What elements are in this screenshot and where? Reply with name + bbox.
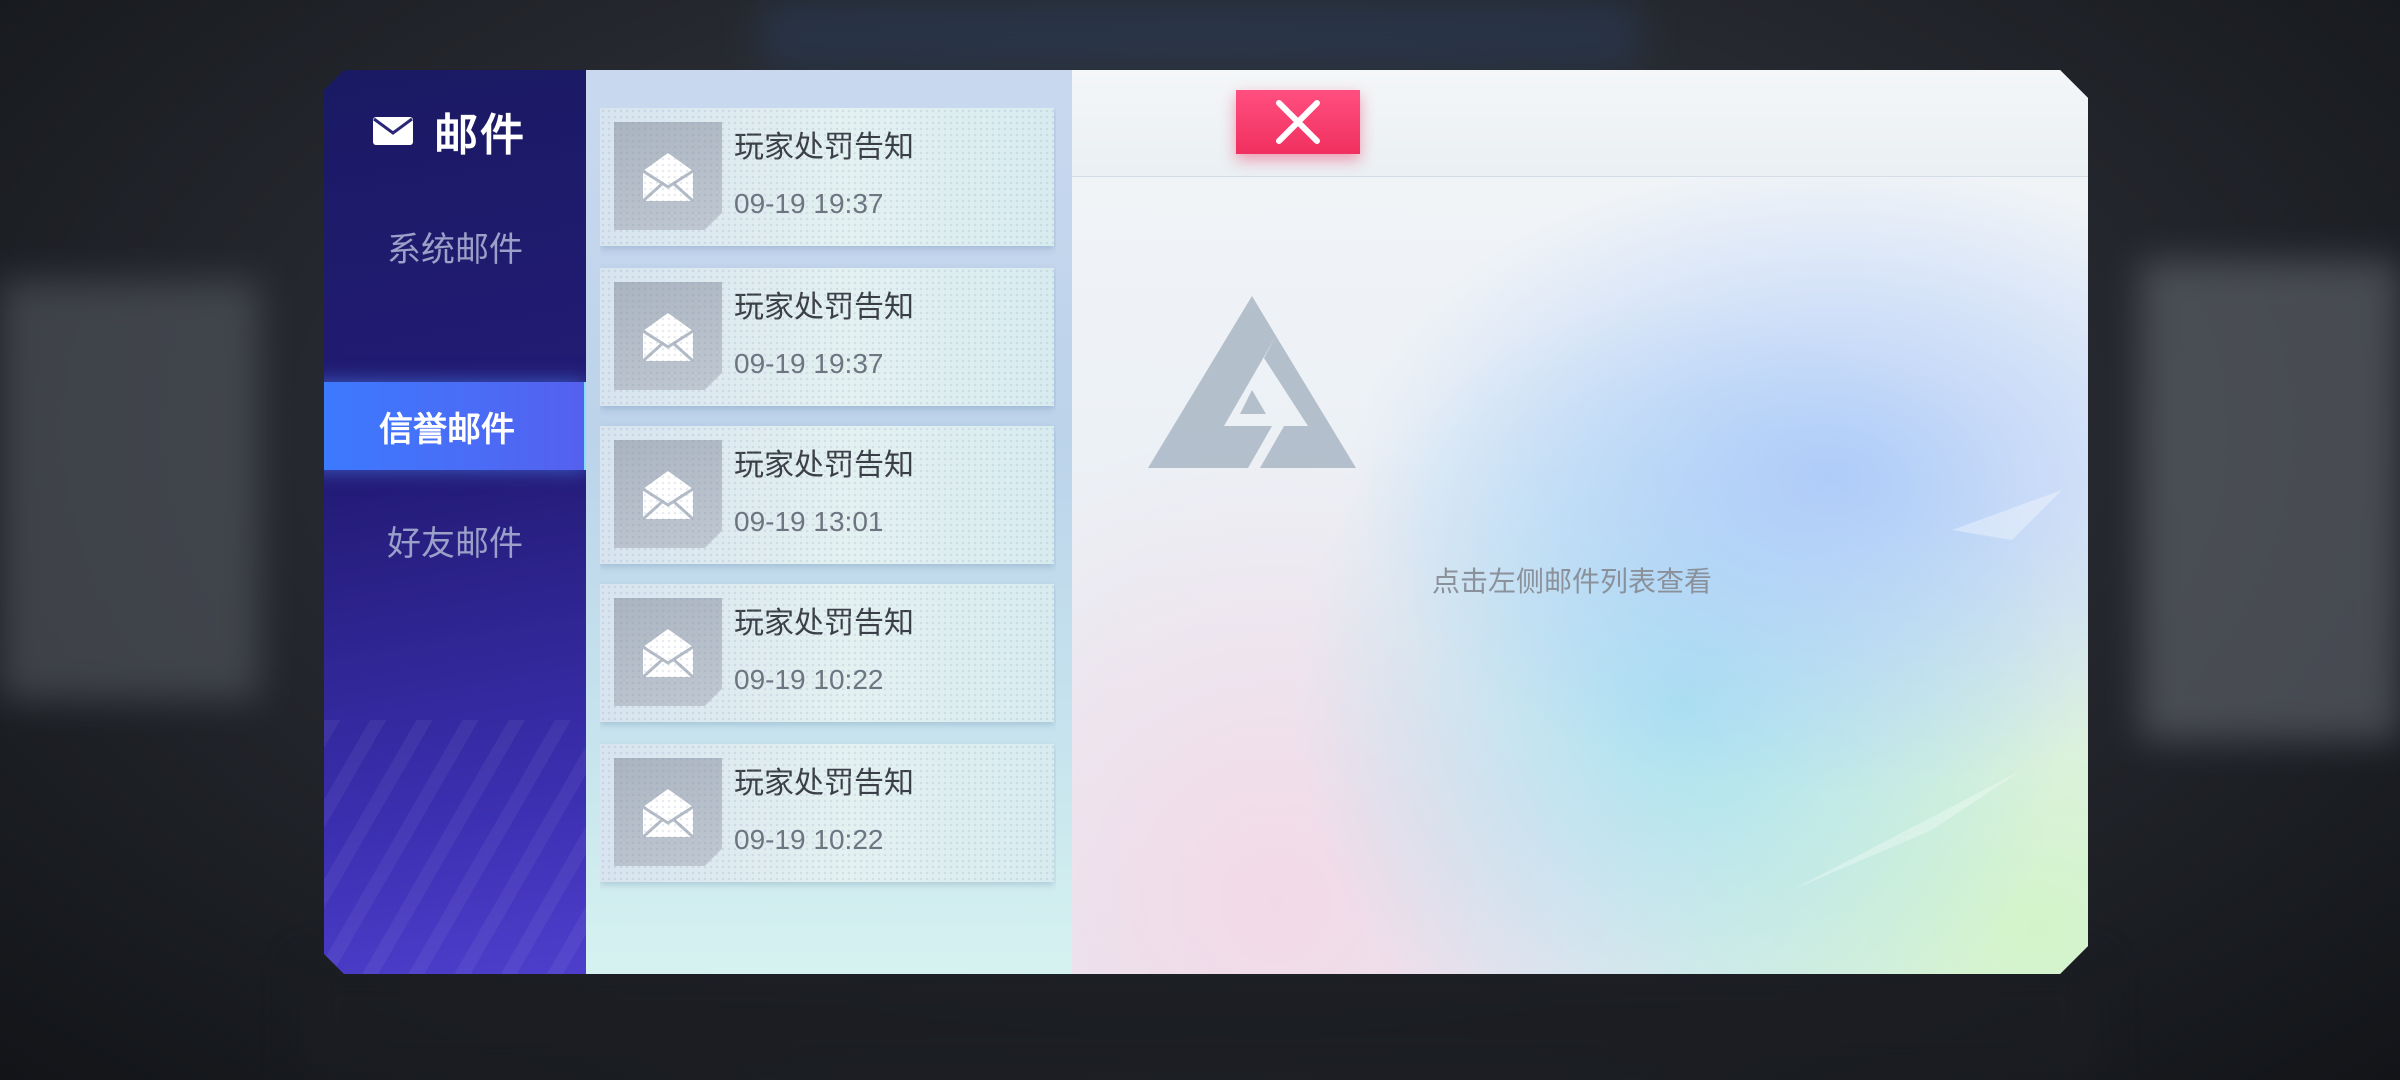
background-scene-bottom (300, 960, 2100, 1080)
mail-list-item[interactable]: 玩家处罚告知 09-19 19:37 (600, 268, 1054, 406)
page-title: 邮件 (434, 110, 526, 161)
tab-label: 系统邮件 (387, 229, 523, 270)
mail-timestamp: 09-19 13:01 (734, 506, 884, 537)
mail-detail-panel (1072, 70, 2088, 974)
open-envelope-icon (641, 629, 695, 679)
game-logo-icon (1148, 296, 1356, 468)
tab-credit-mail[interactable]: 信誉邮件 (308, 382, 586, 470)
mail-list-item[interactable]: 玩家处罚告知 09-19 13:01 (600, 426, 1054, 564)
mail-dialog: 邮件 系统邮件 信誉邮件 好友邮件 玩家处罚告知 09-19 19:37 玩家处… (324, 70, 2088, 974)
detail-header (1072, 70, 2088, 177)
sidebar-decoration (324, 720, 600, 974)
mail-timestamp: 09-19 10:22 (734, 824, 884, 855)
background-scene-top (760, 0, 1640, 70)
mail-header: 邮件 (372, 96, 526, 166)
open-envelope-icon (641, 313, 695, 363)
mail-title: 玩家处罚告知 (734, 606, 914, 641)
mail-timestamp: 09-19 19:37 (734, 348, 884, 379)
mail-timestamp: 09-19 10:22 (734, 664, 884, 695)
close-icon (1276, 100, 1320, 144)
tab-system-mail[interactable]: 系统邮件 (324, 202, 586, 290)
mail-title: 玩家处罚告知 (734, 766, 914, 801)
tab-friend-mail[interactable]: 好友邮件 (324, 496, 586, 584)
mail-sidebar: 邮件 系统邮件 信誉邮件 好友邮件 (324, 70, 600, 974)
open-envelope-icon (641, 153, 695, 203)
mail-list[interactable]: 玩家处罚告知 09-19 19:37 玩家处罚告知 09-19 19:37 玩家… (600, 108, 1056, 940)
open-envelope-icon (641, 471, 695, 521)
mail-thumbnail (614, 758, 722, 866)
tab-label: 信誉邮件 (379, 409, 515, 450)
background-scene-left (0, 280, 260, 700)
background-scene-right (2140, 260, 2400, 740)
mail-thumbnail (614, 122, 722, 230)
mail-thumbnail (614, 598, 722, 706)
decorative-shard (1952, 490, 2072, 550)
mail-title: 玩家处罚告知 (734, 290, 914, 325)
envelope-icon (372, 116, 414, 146)
mail-list-item[interactable]: 玩家处罚告知 09-19 19:37 (600, 108, 1054, 246)
decorative-shard (1792, 710, 2022, 890)
empty-state-hint: 点击左侧邮件列表查看 (1431, 565, 1712, 598)
mail-list-item[interactable]: 玩家处罚告知 09-19 10:22 (600, 584, 1054, 722)
mail-title: 玩家处罚告知 (734, 130, 914, 165)
mail-list-item[interactable]: 玩家处罚告知 09-19 10:22 (600, 744, 1054, 882)
mail-thumbnail (614, 282, 722, 390)
tab-label: 好友邮件 (387, 523, 523, 564)
open-envelope-icon (641, 789, 695, 839)
mail-timestamp: 09-19 19:37 (734, 188, 884, 219)
mail-thumbnail (614, 440, 722, 548)
mail-list-panel: 玩家处罚告知 09-19 19:37 玩家处罚告知 09-19 19:37 玩家… (586, 70, 1072, 974)
mail-title: 玩家处罚告知 (734, 448, 914, 483)
close-button[interactable] (1236, 90, 1360, 154)
